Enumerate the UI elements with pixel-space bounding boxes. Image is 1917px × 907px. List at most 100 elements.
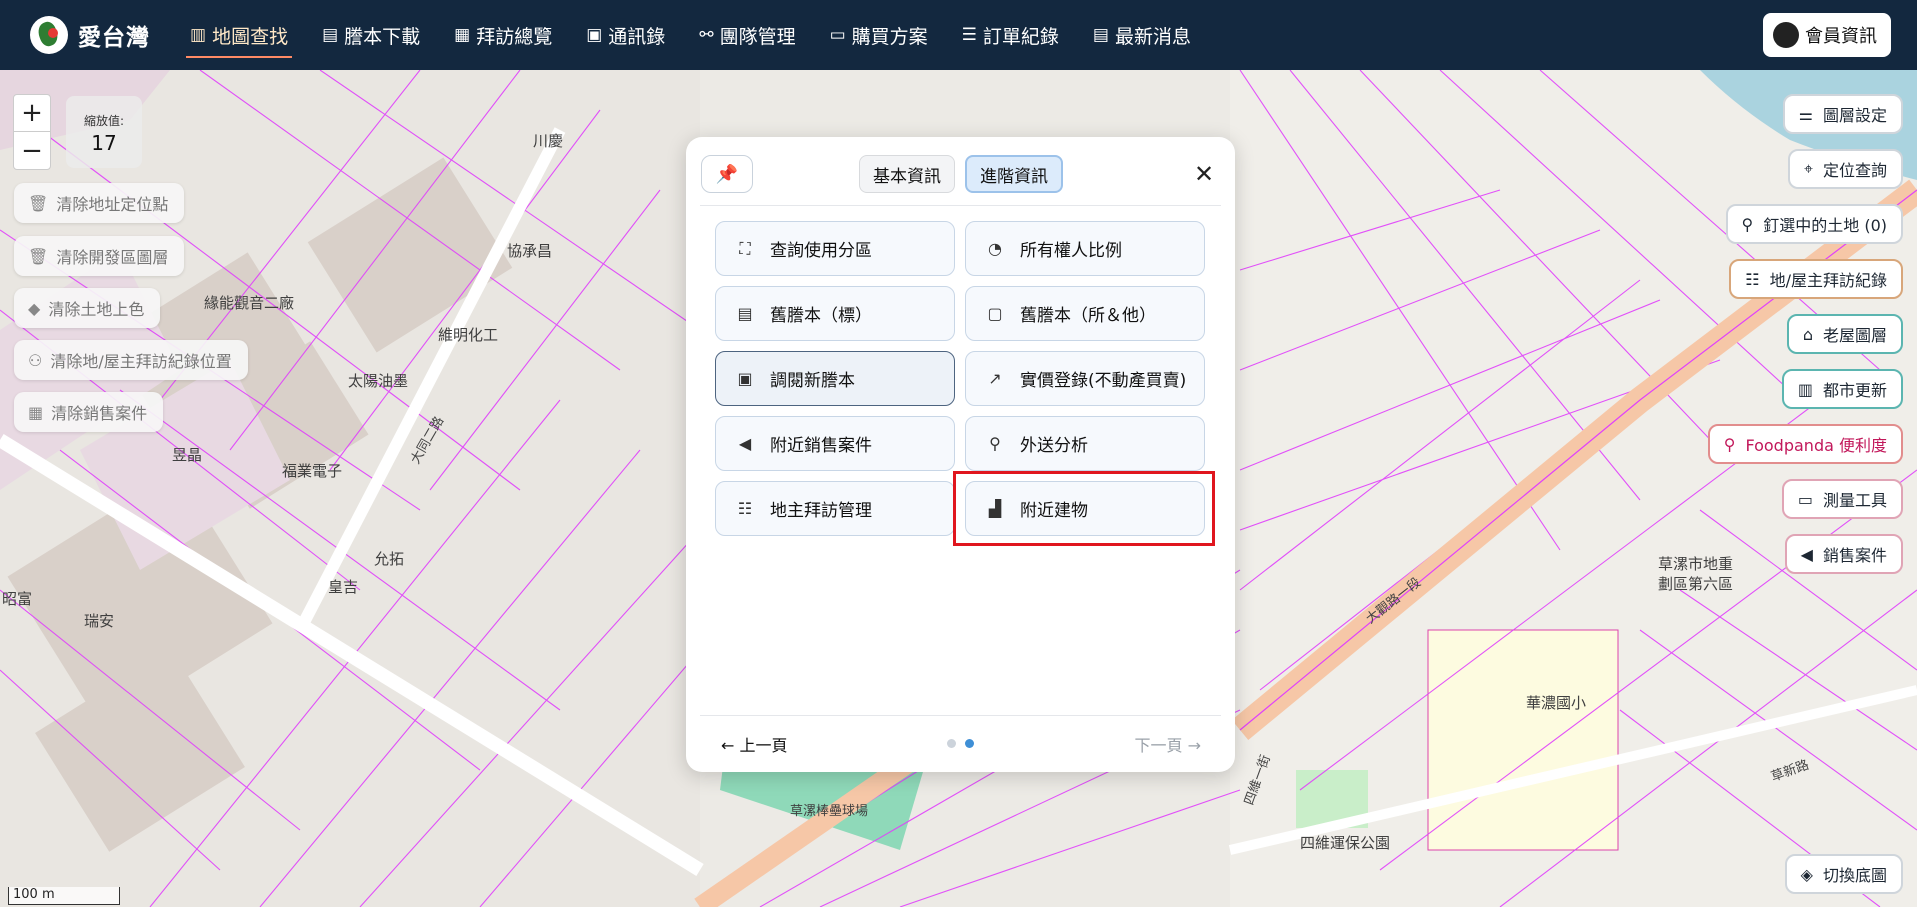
clear-land-color-button[interactable]: ◆ 清除土地上色 (14, 288, 161, 328)
visit-record-icon: ☷ (1745, 269, 1760, 289)
old-transcript-owner-button[interactable]: ▢ 舊謄本（所＆他） (965, 286, 1205, 341)
map-label-district: 草漯市地重劃區第六區 (1658, 555, 1734, 593)
map-label: 川慶 (533, 132, 564, 150)
foodpanda-convenience-button[interactable]: ⚲ Foodpanda 便利度 (1707, 424, 1903, 464)
zoom-in-button[interactable]: + (14, 95, 50, 132)
zoom-level-title: 縮放值: (83, 114, 125, 128)
button-label: 地主拜訪管理 (770, 501, 872, 521)
map-label: 允拓 (374, 550, 405, 568)
layer-settings-button[interactable]: ⚌ 圖層設定 (1782, 94, 1903, 134)
divider (700, 205, 1221, 206)
zoom-level-value: 17 (91, 131, 117, 155)
logo[interactable]: 愛台灣 (30, 16, 150, 54)
pin-icon: 📌 (715, 163, 739, 185)
button-label: 調閱新謄本 (770, 371, 855, 391)
clear-development-layer-button[interactable]: 🗑 清除開發區圖層 (14, 236, 185, 276)
button-label: 清除開發區圖層 (56, 248, 169, 267)
house-icon: ⌂ (1802, 324, 1813, 344)
map-label-field: 草漯棒壘球場 (790, 804, 869, 819)
nav-label: 拜訪總覽 (476, 25, 553, 48)
button-label: 附近銷售案件 (770, 436, 872, 456)
button-label: 老屋圖層 (1822, 326, 1887, 345)
clear-address-pin-button[interactable]: 🗑 清除地址定位點 (14, 183, 185, 223)
nearby-sales-cases-button[interactable]: ◀ 附近銷售案件 (715, 416, 955, 471)
sliders-icon: ⚌ (1798, 104, 1813, 124)
map-label: 昱晶 (172, 446, 203, 464)
zoom-out-button[interactable]: − (14, 132, 50, 169)
next-page-button[interactable]: 下一頁 → (1135, 732, 1202, 756)
user-remove-icon: ⚇ (28, 350, 43, 370)
button-label: 查詢使用分區 (770, 241, 872, 261)
location-search-button[interactable]: ⌖ 定位查詢 (1787, 149, 1903, 189)
button-label: 都市更新 (1822, 381, 1887, 400)
bicycle-icon: ⚲ (1723, 434, 1736, 454)
close-panel-button[interactable]: ✕ (1187, 157, 1221, 191)
map-label: 皇吉 (328, 578, 359, 596)
nav-latest-news[interactable]: ▤ 最新消息 (1083, 0, 1201, 70)
button-label: 清除地/屋主拜訪紀錄位置 (50, 352, 232, 371)
user-pin-icon: ⚲ (1741, 214, 1754, 234)
highlight-box (953, 471, 1215, 546)
pin-panel-button[interactable]: 📌 (701, 155, 753, 193)
owner-visit-record-button[interactable]: ☷ 地/屋主拜訪紀錄 (1729, 259, 1903, 299)
button-label: 地/屋主拜訪紀錄 (1769, 271, 1887, 290)
zone-icon: ⛶ (739, 238, 751, 258)
nav-team-management[interactable]: ⚯ 團隊管理 (689, 0, 805, 70)
member-info-button[interactable]: 會員資訊 (1763, 13, 1891, 57)
clear-sales-cases-button[interactable]: ▦ 清除銷售案件 (14, 392, 164, 432)
button-label: 釘選中的土地 (0) (1763, 216, 1887, 235)
map-icon: ▥ (190, 25, 207, 45)
old-transcript-mark-button[interactable]: ▤ 舊謄本（標） (715, 286, 955, 341)
pie-chart-icon: ◔ (988, 239, 1002, 258)
tab-advanced-info[interactable]: 進階資訊 (965, 155, 1063, 193)
button-label: 清除土地上色 (48, 300, 145, 319)
zoom-control: + − (13, 94, 51, 170)
ruler-icon: ▭ (1797, 489, 1813, 509)
nav-purchase-plans[interactable]: ▭ 購買方案 (820, 0, 938, 70)
urban-renewal-button[interactable]: ▥ 都市更新 (1781, 369, 1903, 409)
pinned-land-button[interactable]: ⚲ 釘選中的土地 (0) (1725, 204, 1903, 244)
nav-transcript-download[interactable]: ▤ 謄本下載 (312, 0, 430, 70)
contact-card-icon: ▣ (586, 25, 603, 45)
ownership-ratio-button[interactable]: ◔ 所有權人比例 (965, 221, 1205, 276)
location-pin-icon: ⌖ (1803, 159, 1813, 178)
button-label: 圖層設定 (1822, 106, 1887, 125)
delivery-analysis-button[interactable]: ⚲ 外送分析 (965, 416, 1205, 471)
document-icon: ▤ (322, 25, 339, 45)
button-label: 切換底圖 (1822, 866, 1887, 885)
switch-basemap-button[interactable]: ◈ 切換底圖 (1784, 854, 1903, 894)
actual-price-registration-button[interactable]: ↗ 實價登錄(不動產買賣) (965, 351, 1205, 406)
receipt-icon: ☰ (961, 25, 977, 45)
nav-label: 地圖查找 (212, 25, 289, 48)
button-label: Foodpanda 便利度 (1745, 436, 1887, 455)
measure-tool-button[interactable]: ▭ 測量工具 (1781, 479, 1903, 519)
zoning-query-button[interactable]: ⛶ 查詢使用分區 (715, 221, 955, 276)
copy-document-icon: ▢ (987, 304, 1003, 323)
landowner-visit-management-button[interactable]: ☷ 地主拜訪管理 (715, 481, 955, 536)
old-house-layer-button[interactable]: ⌂ 老屋圖層 (1786, 314, 1903, 354)
nav-label: 團隊管理 (719, 25, 796, 48)
nav-order-history[interactable]: ☰ 訂單紀錄 (952, 0, 1069, 70)
request-new-transcript-button[interactable]: ▣ 調閱新謄本 (715, 351, 955, 406)
avatar (1773, 22, 1799, 48)
tab-basic-info[interactable]: 基本資訊 (859, 155, 955, 193)
logo-text: 愛台灣 (78, 25, 150, 51)
nav-visit-overview[interactable]: ▦ 拜訪總覽 (444, 0, 562, 70)
map-label: 昭富 (2, 590, 33, 608)
grid-remove-icon: ▦ (28, 402, 44, 422)
previous-page-button[interactable]: ← 上一頁 (721, 732, 788, 756)
nav-label: 最新消息 (1114, 25, 1191, 48)
nav-label: 訂單紀錄 (982, 25, 1059, 48)
nav-contacts[interactable]: ▣ 通訊錄 (576, 0, 675, 70)
page-dot-active[interactable] (965, 739, 974, 748)
sales-cases-button[interactable]: ◀ 銷售案件 (1784, 534, 1903, 574)
nav-map-search[interactable]: ▥ 地圖查找 (180, 0, 298, 70)
map-label-school: 華濃國小 (1526, 694, 1587, 712)
zoom-level-display: 縮放值: 17 (66, 96, 142, 168)
clear-visit-record-location-button[interactable]: ⚇ 清除地/屋主拜訪紀錄位置 (14, 340, 248, 380)
building-icon: ▥ (1797, 379, 1813, 399)
page-dot[interactable] (947, 739, 956, 748)
new-document-icon: ▣ (737, 369, 753, 388)
map-label: 太陽油墨 (348, 372, 409, 390)
button-label: 外送分析 (1020, 436, 1088, 456)
